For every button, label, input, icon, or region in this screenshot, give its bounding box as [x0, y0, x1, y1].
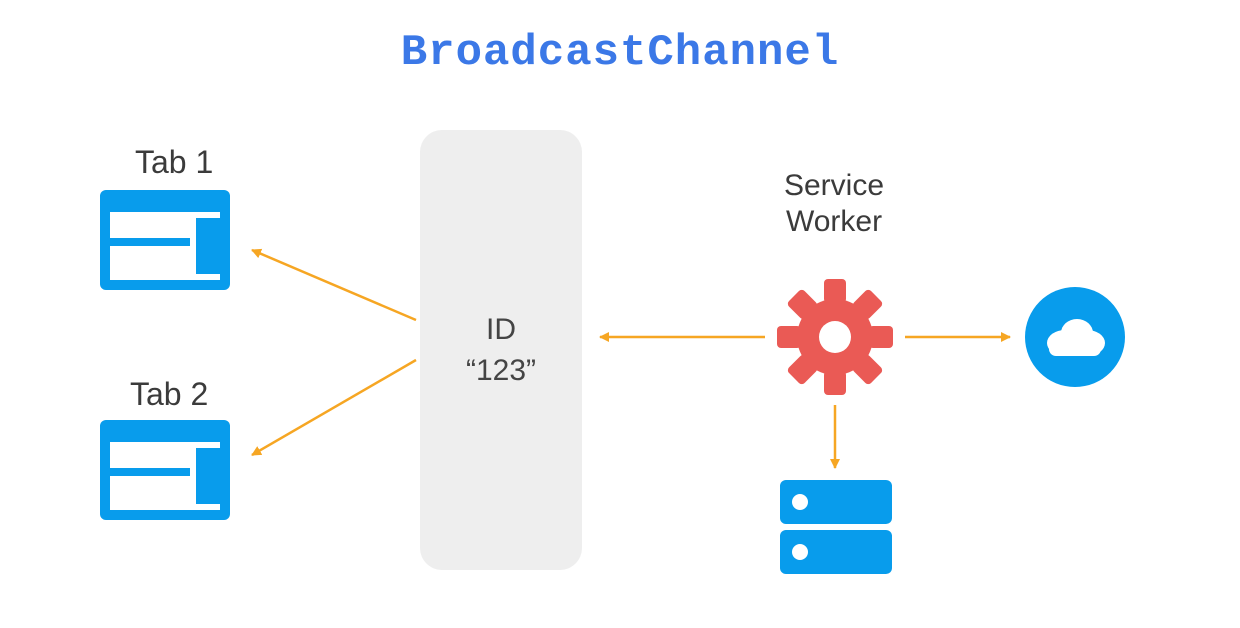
arrow-channel-to-tab2: [252, 360, 416, 455]
diagram-stage: BroadcastChannel ID “123” Tab 1 Tab 2 Se…: [0, 0, 1240, 628]
diagram-svg: [0, 0, 1240, 628]
browser-window-icon: [100, 190, 230, 290]
browser-window-icon: [100, 420, 230, 520]
cloud-icon: [1025, 287, 1125, 387]
storage-icon: [780, 480, 892, 574]
arrow-channel-to-tab1: [252, 250, 416, 320]
arrows: [252, 250, 1010, 468]
gear-icon: [777, 279, 893, 395]
